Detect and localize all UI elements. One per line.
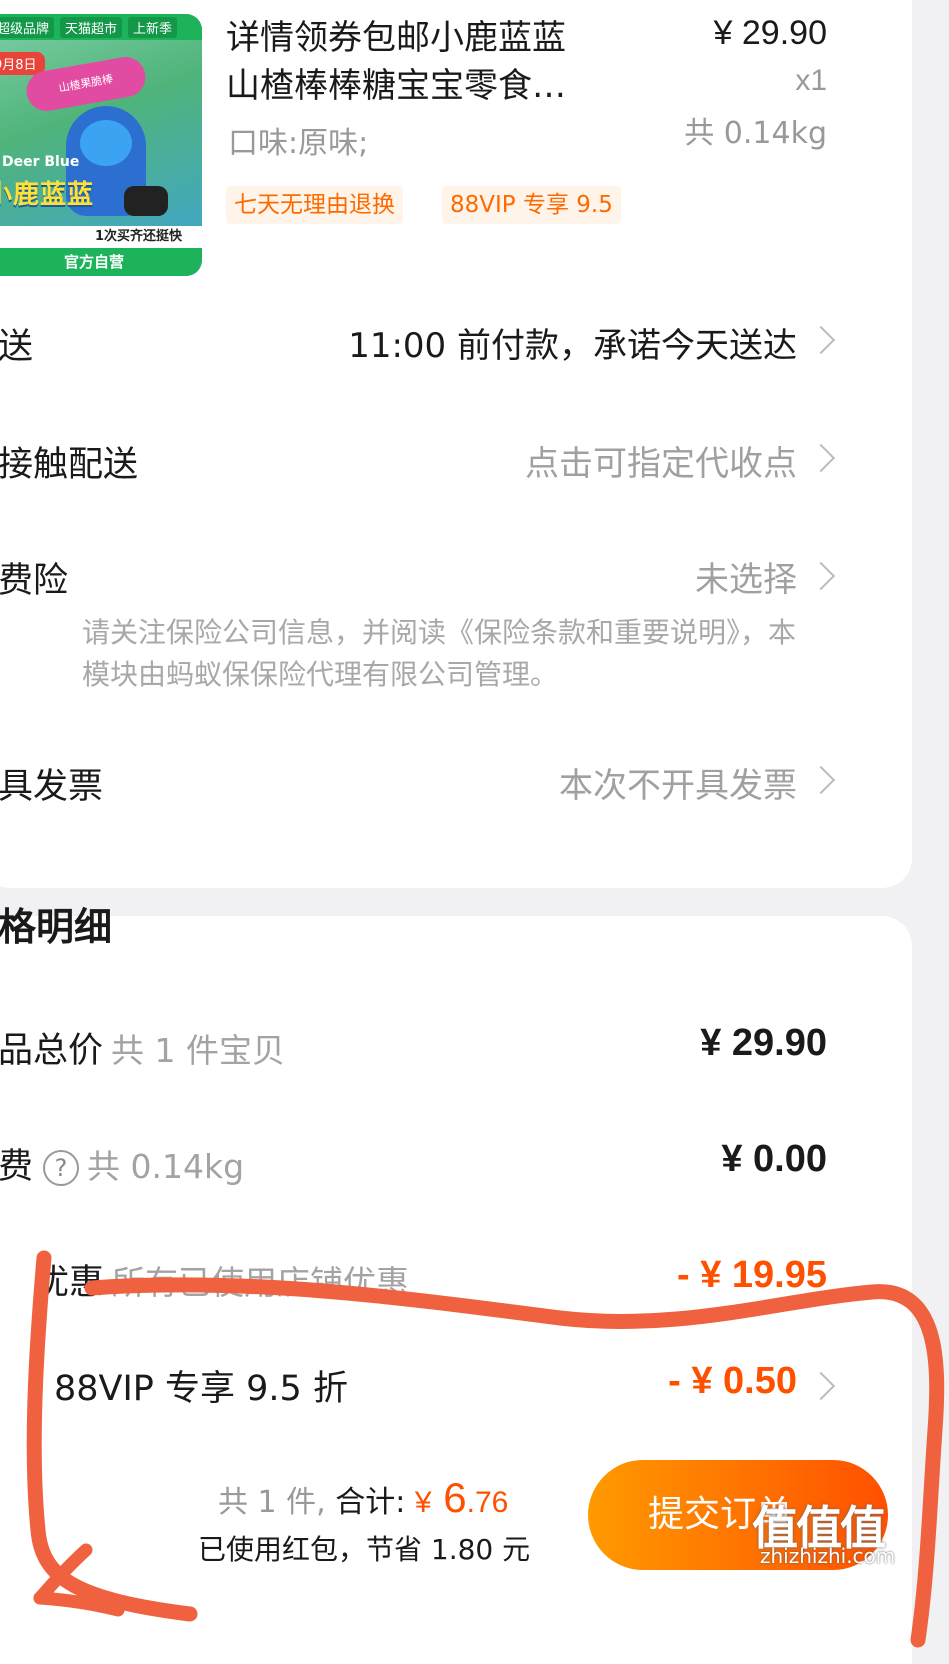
thumb-brand-en: Deer Blue <box>2 154 80 170</box>
product-weight: 共 0.14kg <box>684 116 827 151</box>
product-price: ¥ 29.90 <box>713 14 827 52</box>
total-sub: 共 1 件宝贝 <box>111 1031 285 1070</box>
amount-decimal: .76 <box>466 1486 509 1519</box>
return-policy-tag: 七天无理由退换 <box>226 186 403 224</box>
tmall-cat-icon <box>124 186 168 216</box>
contactless-label: 接触配送 <box>0 445 139 485</box>
total-label: 品总价共 1 件宝贝 <box>0 1022 285 1073</box>
shipping-sub: 共 0.14kg <box>87 1147 245 1186</box>
delivery-label: 送 <box>0 327 34 367</box>
thumb-tag: 天猫超市 <box>60 16 123 38</box>
invoice-value[interactable]: 本次不开具发票 <box>559 758 797 807</box>
thumb-brand-cn: 小鹿蓝蓝 <box>0 180 95 210</box>
thumb-slogan: 1次买齐还挺快 <box>0 226 202 248</box>
discount-label-text: 优惠 <box>34 1263 105 1303</box>
currency-symbol: ¥ <box>414 1486 432 1519</box>
product-thumbnail[interactable]: 超级品牌 天猫超市 上新季 9月8日 山楂果脆棒 Deer Blue 小鹿蓝蓝 … <box>0 14 202 276</box>
total-value: ¥ 29.90 <box>700 1022 827 1064</box>
thumb-tag: 上新季 <box>128 16 178 38</box>
insurance-label: 费险 <box>0 561 69 601</box>
thumb-official-label: 官方自营 <box>0 248 202 276</box>
total-amount: ¥ 6.76 <box>415 1474 508 1521</box>
item-count: 共 1 件, <box>218 1485 326 1520</box>
delivery-value[interactable]: 11:00 前付款，承诺今天送达 <box>348 318 797 367</box>
discount-label: 优惠 所有已使用店铺优惠 <box>34 1254 409 1305</box>
shipping-label-text: 费 <box>0 1147 34 1187</box>
watermark-url: zhizhizhi.com <box>760 1544 896 1568</box>
product-title[interactable]: 详情领券包邮小鹿蓝蓝 山楂棒棒糖宝宝零食… <box>226 14 626 110</box>
discount-sub: 所有已使用店铺优惠 <box>112 1263 410 1302</box>
total-label-text: 品总价 <box>0 1031 104 1071</box>
invoice-label: 具发票 <box>0 767 104 807</box>
amount-integer: 6 <box>443 1474 467 1521</box>
insurance-value[interactable]: 未选择 <box>695 552 797 601</box>
vip-value[interactable]: - ¥ 0.50 <box>668 1360 797 1403</box>
thumb-tagbar: 超级品牌 天猫超市 上新季 <box>0 14 202 40</box>
shipping-label: 费? 共 0.14kg <box>0 1138 244 1189</box>
total-amount-label: 合计: <box>335 1485 406 1520</box>
thumb-tag: 超级品牌 <box>0 16 55 38</box>
insurance-note: 请关注保险公司信息，并阅读《保险条款和重要说明》，本模块由蚂蚁保保险代理有限公司… <box>82 616 797 691</box>
product-qty: x1 <box>795 64 827 97</box>
question-icon[interactable]: ? <box>43 1150 80 1186</box>
discount-value: - ¥ 19.95 <box>677 1254 827 1296</box>
product-title-line: 山楂棒棒糖宝宝零食… <box>226 66 566 106</box>
red-packet-saving: 已使用红包，节省 1.80 元 <box>198 1533 531 1566</box>
price-detail-title: 格明细 <box>0 905 113 949</box>
product-flavor[interactable]: 口味:原味; <box>228 118 368 162</box>
order-summary: 共 1 件, 合计: ¥ 6.76 <box>218 1474 508 1522</box>
shipping-value: ¥ 0.00 <box>721 1138 827 1180</box>
product-title-line: 详情领券包邮小鹿蓝蓝 <box>226 18 566 58</box>
vip-discount-tag: 88VIP 专享 9.5 <box>442 186 621 224</box>
vip-label: 88VIP 专享 9.5 折 <box>54 1369 348 1409</box>
contactless-value[interactable]: 点击可指定代收点 <box>525 436 797 485</box>
